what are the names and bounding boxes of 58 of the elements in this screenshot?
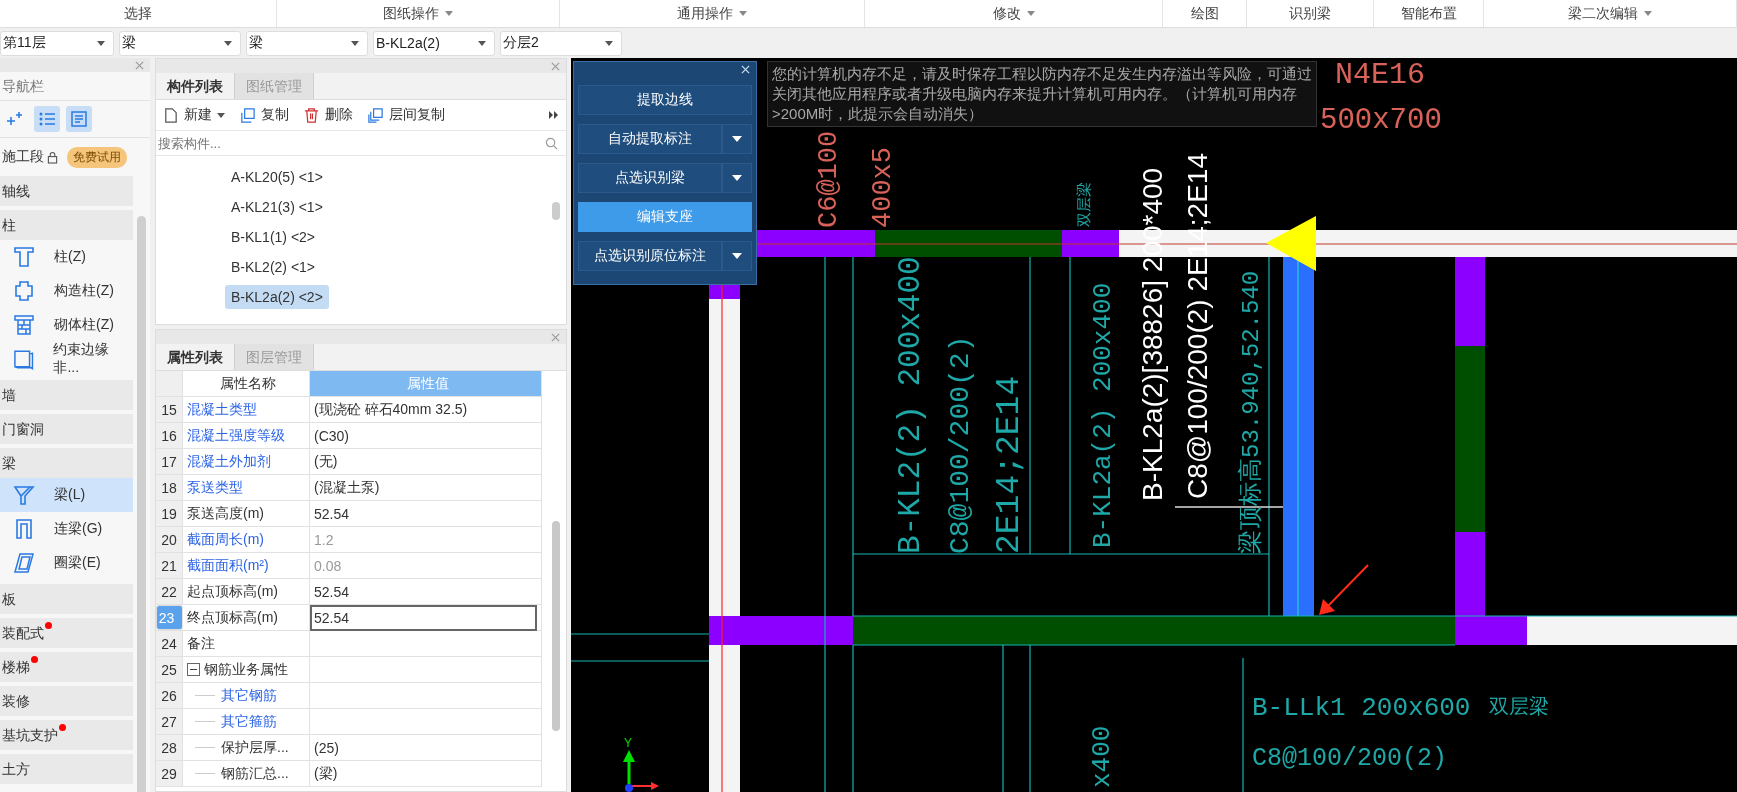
row-number: 18 [156,475,183,500]
row-number: 26 [156,683,183,708]
property-name: 混凝土外加剂 [187,452,271,471]
property-value: 0.08 [314,557,342,574]
property-name: 混凝土强度等级 [187,426,285,445]
property-name: 其它钢筋 [221,686,277,705]
drawing-label: B-KL2(2) 200x400 [893,256,928,554]
row-number: 25 [156,657,183,682]
row-number: 19 [156,501,183,526]
drawing-label: C8@100/200(2) [1252,744,1448,773]
property-name: 备注 [187,634,215,653]
drawing-label: 500x700 [1320,104,1442,137]
row-number: 16 [156,423,183,448]
property-name: 起点顶标高(m) [187,582,278,601]
property-name: 其它箍筋 [221,712,277,731]
row-number: 20 [156,527,183,552]
row-number: 29 [156,761,183,786]
property-value: 52.54 [314,505,350,522]
row-number: 27 [156,709,183,734]
property-name: 终点顶标高(m) [187,608,278,627]
drawing-label: C8@100/200(2) [945,335,976,554]
property-value: (无) [314,452,338,471]
row-number: 24 [156,631,183,656]
property-name: 泵送类型 [187,478,243,497]
drawing-label: x400 [1087,725,1117,788]
column-header: 属性值 [310,371,542,396]
row-number: 17 [156,449,183,474]
drawing-label: 400x5 [868,147,898,228]
property-name: 保护层厚... [221,738,289,757]
axis-label: Y [624,736,632,750]
drawing-label: B-KL2a(2) 200x400 [1088,282,1118,548]
property-value: (25) [314,739,339,756]
property-name: 混凝土类型 [187,400,257,419]
property-name: 截面周长(m) [187,530,264,549]
row-number: 15 [156,397,183,422]
row-number: 21 [156,553,183,578]
property-value: (现浇砼 碎石40mm 32.5) [314,400,468,419]
property-value: 1.2 [314,531,334,548]
row-number: 28 [156,735,183,760]
navigator-title: 导航栏 [0,72,150,101]
drawing-label: N4E16 [1335,58,1425,92]
property-value: (C30) [314,427,349,444]
property-value: 52.54 [314,583,350,600]
property-value: (混凝土泵) [314,478,380,497]
memory-warning-toast: 您的计算机内存不足，请及时保存工程以防内存不足发生内存溢出等风险，可通过关闭其他应用程序或者升级电脑内存来提升计算机可用内存。（计算机可用内存>200M时，此提示会自动消失） [767,61,1317,127]
property-name: 截面面积(m²) [187,556,269,575]
row-number: 22 [156,579,183,604]
property-value: (梁) [314,764,338,783]
drawing-label: 2E14;2E14 [991,375,1028,554]
property-name: 泵送高度(m) [187,504,264,523]
drawing-label: 梁顶标高53.940,52.540 [1238,270,1265,554]
property-name: 钢筋业务属性 [204,660,288,679]
drawing-label: 双层梁 [1489,695,1549,717]
row-number: 23 [156,605,183,630]
drawing-label: C6@100 [814,130,844,228]
property-name: 钢筋汇总... [221,764,289,783]
drawing-label: B-LLk1 200x600 [1252,693,1471,723]
drawing-label: 双层梁 [1075,182,1092,227]
